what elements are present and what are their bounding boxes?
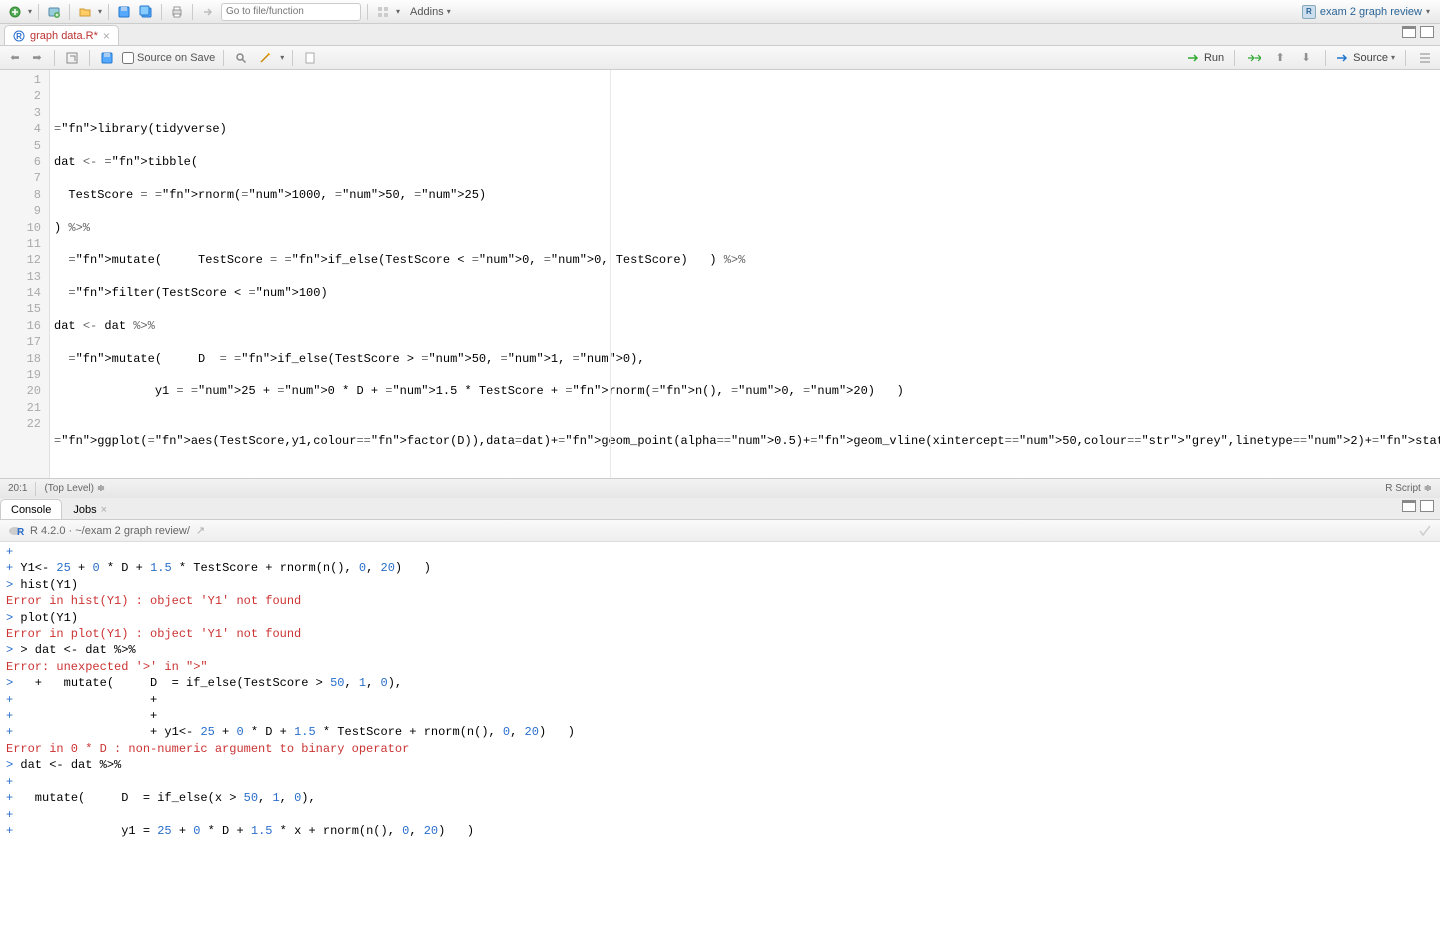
- code-editor[interactable]: ="fn">library(tidyverse) dat <- ="fn">ti…: [50, 70, 1440, 478]
- r-version: R 4.2.0 · ~/exam 2 graph review/: [30, 525, 190, 537]
- cursor-position: 20:1: [8, 483, 27, 494]
- r-logo-icon: R: [8, 524, 24, 538]
- file-name: graph data.R*: [30, 30, 98, 42]
- separator: [161, 4, 162, 20]
- jobs-tab-label: Jobs: [73, 504, 96, 516]
- clear-console-icon[interactable]: [1418, 524, 1432, 538]
- main-toolbar: ▾ ▾ ▾ Addins▾ R exam 2 graph review ▾: [0, 0, 1440, 24]
- separator: [69, 4, 70, 20]
- rerun-icon[interactable]: [1245, 49, 1263, 67]
- goto-icon[interactable]: [199, 3, 217, 21]
- project-icon: R: [1302, 5, 1316, 19]
- editor-pane: 12345678910111213141516171819202122 ="fn…: [0, 70, 1440, 498]
- separator: [38, 4, 39, 20]
- project-menu[interactable]: R exam 2 graph review ▾: [1298, 5, 1434, 19]
- show-in-new-window-icon[interactable]: [63, 49, 81, 67]
- tab-console[interactable]: Console: [0, 499, 62, 519]
- editor-toolbar: ⬅ ➡ Source on Save ▾ Run ⬆ ⬇ Source▾: [0, 46, 1440, 70]
- new-project-icon[interactable]: [45, 3, 63, 21]
- language-indicator[interactable]: R Script ≑: [1385, 483, 1432, 494]
- grid-icon[interactable]: [374, 3, 392, 21]
- outline-icon[interactable]: [1416, 49, 1434, 67]
- find-icon[interactable]: [232, 49, 250, 67]
- source-label: Source: [1353, 52, 1388, 64]
- new-file-icon[interactable]: [6, 3, 24, 21]
- back-icon[interactable]: ⬅: [6, 49, 24, 67]
- compile-report-icon[interactable]: [301, 49, 319, 67]
- project-name: exam 2 graph review: [1320, 6, 1422, 18]
- save-icon[interactable]: [98, 49, 116, 67]
- separator: [108, 4, 109, 20]
- panes-dropdown[interactable]: ▾: [396, 7, 400, 16]
- close-jobs-icon[interactable]: ×: [101, 504, 107, 516]
- forward-icon[interactable]: ➡: [28, 49, 46, 67]
- separator: [367, 4, 368, 20]
- minimize-pane-icon[interactable]: [1402, 26, 1416, 38]
- open-dropdown[interactable]: ▾: [98, 7, 102, 16]
- save-all-icon[interactable]: [137, 3, 155, 21]
- new-file-dropdown[interactable]: ▾: [28, 7, 32, 16]
- maximize-console-icon[interactable]: [1420, 500, 1434, 512]
- source-on-save-checkbox[interactable]: Source on Save: [122, 52, 215, 64]
- console-tab-label: Console: [11, 504, 51, 516]
- line-gutter: 12345678910111213141516171819202122: [0, 70, 50, 478]
- margin-guide: [610, 70, 611, 478]
- minimize-console-icon[interactable]: [1402, 500, 1416, 512]
- run-label: Run: [1204, 52, 1224, 64]
- open-file-icon[interactable]: [76, 3, 94, 21]
- wand-icon[interactable]: [256, 49, 274, 67]
- go-up-icon[interactable]: ⬆: [1271, 49, 1289, 67]
- svg-text:R: R: [16, 32, 22, 41]
- run-button[interactable]: Run: [1187, 52, 1224, 64]
- maximize-pane-icon[interactable]: [1420, 26, 1434, 38]
- close-tab-icon[interactable]: ×: [103, 29, 110, 43]
- console-output[interactable]: ++ Y1<- 25 + 0 * D + 1.5 * TestScore + r…: [0, 542, 1440, 926]
- source-on-save-label: Source on Save: [137, 52, 215, 64]
- save-icon[interactable]: [115, 3, 133, 21]
- go-to-dir-icon[interactable]: ↗: [196, 524, 205, 537]
- source-button[interactable]: Source▾: [1336, 52, 1395, 64]
- separator: [192, 4, 193, 20]
- scope-indicator[interactable]: (Top Level) ≑: [44, 483, 105, 494]
- goto-input[interactable]: [221, 3, 361, 21]
- addins-label: Addins: [410, 6, 444, 18]
- tab-jobs[interactable]: Jobs ×: [62, 499, 118, 519]
- file-tab-active[interactable]: R graph data.R* ×: [4, 25, 119, 45]
- addins-menu[interactable]: Addins▾: [404, 6, 457, 18]
- svg-text:R: R: [17, 527, 24, 538]
- console-tabs: Console Jobs ×: [0, 498, 1440, 520]
- editor-status-bar: 20:1 (Top Level) ≑ R Script ≑: [0, 478, 1440, 498]
- print-icon[interactable]: [168, 3, 186, 21]
- console-info-bar: R R 4.2.0 · ~/exam 2 graph review/ ↗: [0, 520, 1440, 542]
- go-down-icon[interactable]: ⬇: [1297, 49, 1315, 67]
- wand-dropdown[interactable]: ▾: [280, 53, 284, 62]
- rfile-icon: R: [13, 30, 25, 42]
- editor-tabs: R graph data.R* ×: [0, 24, 1440, 46]
